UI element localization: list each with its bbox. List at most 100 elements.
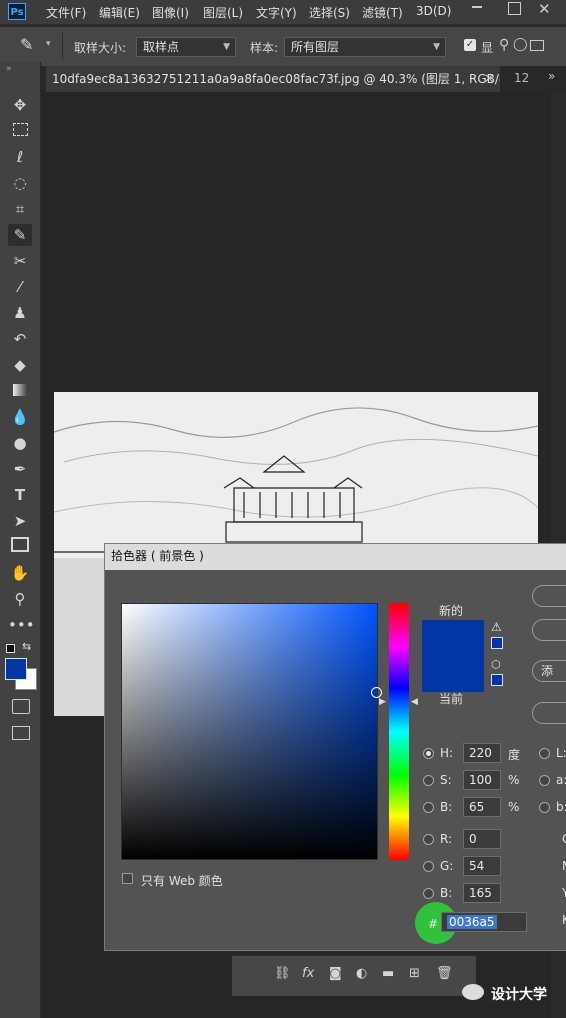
h-input[interactable]: 220 (463, 743, 501, 763)
menu-file[interactable]: 文件(F) (46, 4, 86, 21)
chevron-down-icon: ▼ (223, 42, 230, 52)
menu-filter[interactable]: 滤镜(T) (362, 4, 403, 21)
stamp-icon[interactable]: ♟ (8, 302, 32, 324)
screen-mode-icon[interactable] (12, 726, 30, 740)
eyedropper-icon[interactable]: ✎ (8, 224, 32, 246)
cancel-button[interactable] (532, 619, 566, 641)
healing-icon[interactable]: ✂ (8, 250, 32, 272)
preset-chevron-down-icon[interactable]: ▾ (46, 39, 51, 49)
layer-mask-icon[interactable]: ◙ (329, 966, 342, 981)
group-folder-icon[interactable]: ▬ (382, 966, 394, 981)
search-icon[interactable]: ⚲ (499, 37, 509, 53)
new-color-swatch (422, 620, 484, 656)
sample-value: 所有图层 (291, 40, 340, 54)
zoom-icon[interactable]: ⚲ (8, 588, 32, 610)
dodge-icon[interactable]: ● (8, 432, 32, 454)
marquee-icon[interactable] (8, 120, 32, 142)
menu-edit[interactable]: 编辑(E) (99, 4, 140, 21)
color-libraries-button[interactable] (532, 702, 566, 724)
h-radio[interactable] (423, 748, 434, 759)
a-radio[interactable] (539, 775, 550, 786)
b-radio[interactable] (423, 802, 434, 813)
tab-document-title: 10dfa9ec8a13632751211a0a9a8fa0ec08fac73f… (52, 72, 500, 86)
brush-icon[interactable]: ⁄ (8, 276, 32, 298)
show-ring-checkbox[interactable]: ✓ (464, 39, 476, 51)
path-select-icon[interactable]: ➤ (8, 510, 32, 532)
menu-image[interactable]: 图像(I) (152, 4, 189, 21)
quick-select-icon[interactable]: ◌ (8, 172, 32, 194)
blue-radio[interactable] (423, 888, 434, 899)
more-icon[interactable]: ••• (8, 614, 35, 636)
eraser-icon[interactable]: ◆ (8, 354, 32, 376)
link-layers-icon[interactable]: ⛓ (274, 966, 291, 981)
g-input[interactable]: 54 (463, 856, 501, 876)
crop-icon[interactable]: ⌗ (8, 198, 32, 220)
hue-slider-right-arrow[interactable]: ◀ (411, 697, 418, 707)
gamut-swatch[interactable] (491, 637, 503, 649)
pen-icon[interactable]: ✒ (8, 458, 32, 480)
r-input[interactable]: 0 (463, 829, 501, 849)
tab-document-next[interactable]: 12 (514, 71, 529, 85)
ok-button[interactable] (532, 585, 566, 607)
warning-icon[interactable]: ⚠ (491, 620, 502, 634)
blue-input[interactable]: 165 (463, 883, 501, 903)
gradient-icon[interactable] (8, 380, 32, 402)
sample-label: 样本: (250, 41, 279, 55)
r-radio[interactable] (423, 834, 434, 845)
fx-icon[interactable]: fx (302, 966, 314, 981)
collapse-icon[interactable]: » (6, 64, 12, 74)
rectangle-icon[interactable] (8, 536, 32, 558)
hue-slider[interactable] (389, 603, 409, 860)
minimize-icon[interactable] (472, 6, 482, 8)
maximize-icon[interactable] (508, 2, 521, 15)
color-field[interactable] (121, 603, 378, 860)
default-colors-icon[interactable] (6, 644, 15, 653)
menu-select[interactable]: 选择(S) (309, 4, 350, 21)
sample-size-label: 取样大小: (74, 41, 127, 55)
lasso-icon[interactable]: ℓ (8, 146, 32, 168)
tools-panel: » ✥ ℓ ◌ ⌗ ✎ ✂ ⁄ ♟ ↶ ◆ 💧 ● ✒ T ➤ ✋ ⚲ ••• … (0, 62, 41, 1018)
add-to-swatches-button[interactable]: 添 (532, 660, 566, 682)
s-input[interactable]: 100 (463, 770, 501, 790)
select-subject-icon[interactable]: ◯ (513, 37, 528, 52)
l-label: L: (556, 746, 566, 760)
hand-icon[interactable]: ✋ (8, 562, 32, 584)
type-icon[interactable]: T (8, 484, 32, 506)
b-label: B: (440, 800, 453, 814)
web-safe-swatch[interactable] (491, 674, 503, 686)
s-radio[interactable] (423, 775, 434, 786)
hue-slider-left-arrow[interactable]: ▶ (379, 697, 386, 707)
menu-type[interactable]: 文字(Y) (256, 4, 297, 21)
add-to-swatches-label: 添 (541, 664, 554, 678)
hex-input[interactable]: 0036a5 (441, 912, 527, 932)
close-tab-icon[interactable]: × (484, 71, 494, 85)
history-brush-icon[interactable]: ↶ (8, 328, 32, 350)
swap-colors-icon[interactable]: ⇆ (22, 640, 31, 653)
web-cube-icon[interactable]: ⬡ (491, 658, 501, 671)
l-radio[interactable] (539, 748, 550, 759)
quick-mask-icon[interactable] (12, 699, 30, 714)
tab-document-active[interactable]: 10dfa9ec8a13632751211a0a9a8fa0ec08fac73f… (46, 66, 500, 92)
adjustment-layer-icon[interactable]: ◐ (356, 966, 367, 981)
close-window-icon[interactable]: ✕ (538, 0, 551, 18)
menu-3d[interactable]: 3D(D) (416, 4, 451, 18)
tab-overflow-icon[interactable]: » (548, 69, 555, 83)
workspace-icon[interactable] (530, 40, 544, 51)
b-input[interactable]: 65 (463, 797, 501, 817)
g-label: G: (440, 859, 454, 873)
foreground-color-swatch[interactable] (5, 658, 27, 680)
watermark-text: 设计大学 (491, 987, 547, 1003)
sample-size-select[interactable]: 取样点 ▼ (136, 37, 236, 57)
move-icon[interactable]: ✥ (8, 94, 32, 116)
chevron-down-icon: ▼ (433, 42, 440, 52)
eyedropper-tool-preset-icon[interactable]: ✎ (20, 35, 33, 54)
menu-layer[interactable]: 图层(L) (203, 4, 243, 21)
web-only-checkbox[interactable] (122, 873, 133, 884)
lab-b-radio[interactable] (539, 802, 550, 813)
new-layer-icon[interactable]: ⊞ (409, 966, 420, 981)
current-color-swatch[interactable] (422, 656, 484, 692)
g-radio[interactable] (423, 861, 434, 872)
sample-select[interactable]: 所有图层 ▼ (284, 37, 446, 57)
trash-icon[interactable]: 🗑 (436, 966, 453, 981)
blur-icon[interactable]: 💧 (8, 406, 32, 428)
